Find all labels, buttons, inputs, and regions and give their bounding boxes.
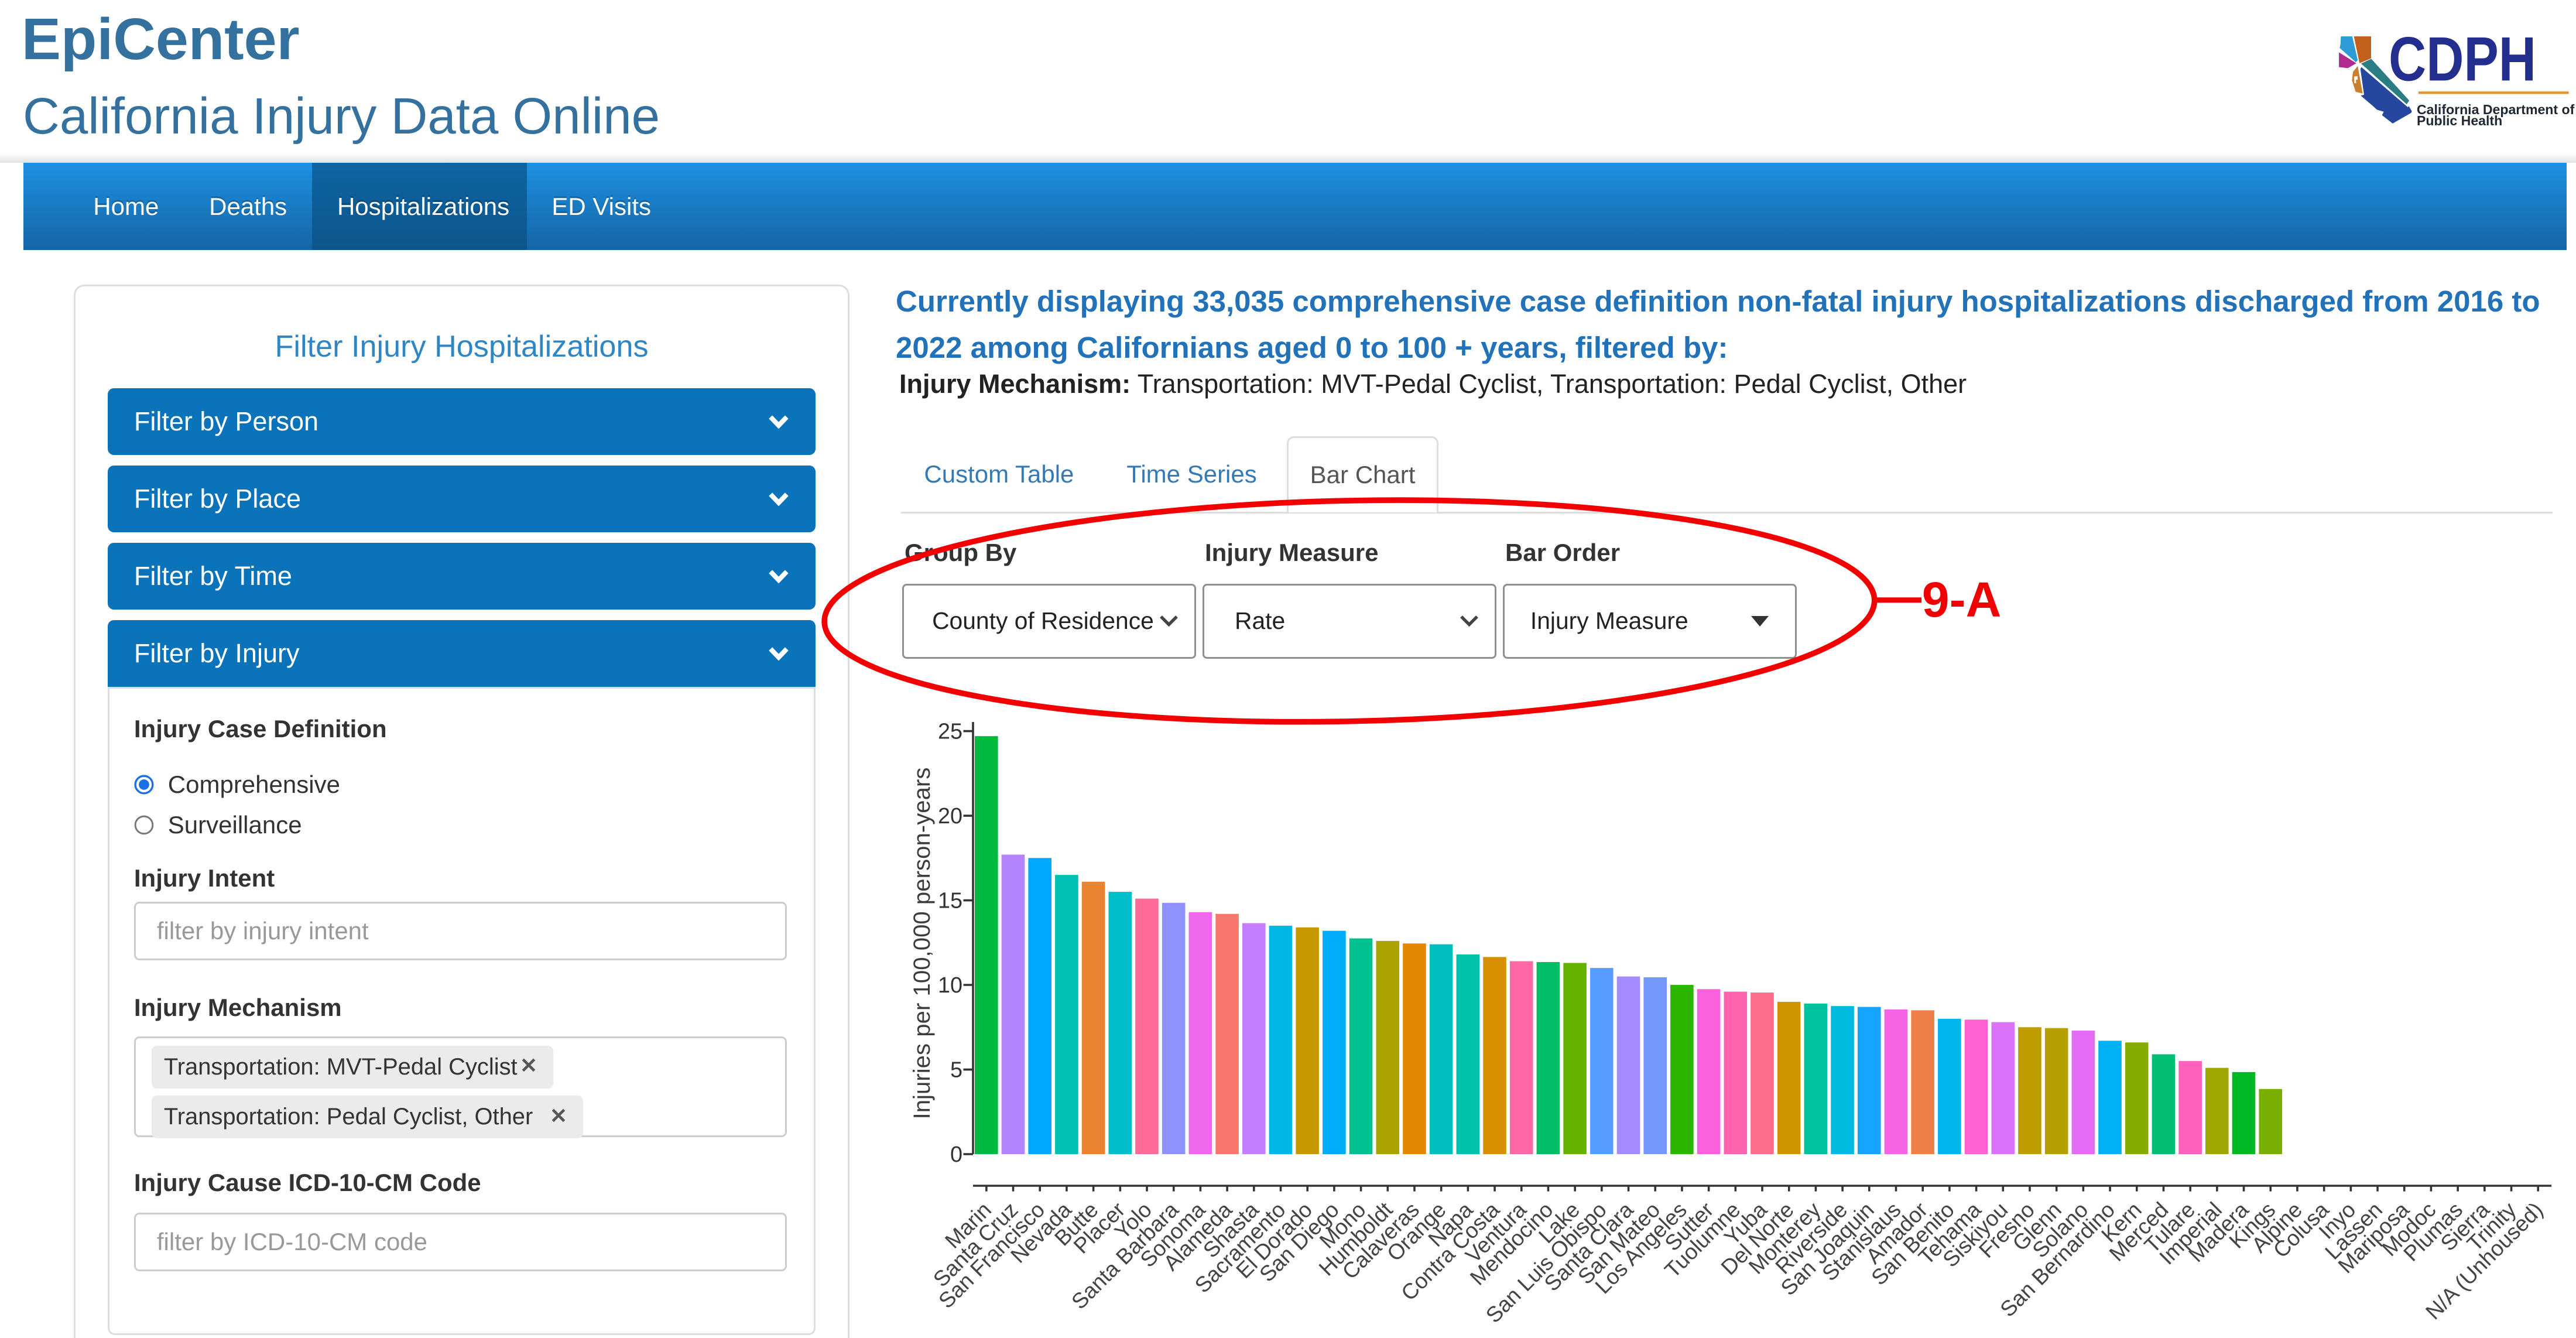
svg-text:20: 20 <box>938 804 962 829</box>
svg-text:10: 10 <box>938 973 962 998</box>
svg-text:Public Health: Public Health <box>2417 113 2502 128</box>
svg-text:CDPH: CDPH <box>2389 33 2536 94</box>
svg-text:5: 5 <box>950 1058 962 1082</box>
svg-text:0: 0 <box>950 1142 962 1167</box>
svg-text:15: 15 <box>938 888 962 913</box>
svg-text:Injuries per 100,000 person-ye: Injuries per 100,000 person-years <box>909 768 935 1120</box>
svg-text:25: 25 <box>938 719 962 744</box>
